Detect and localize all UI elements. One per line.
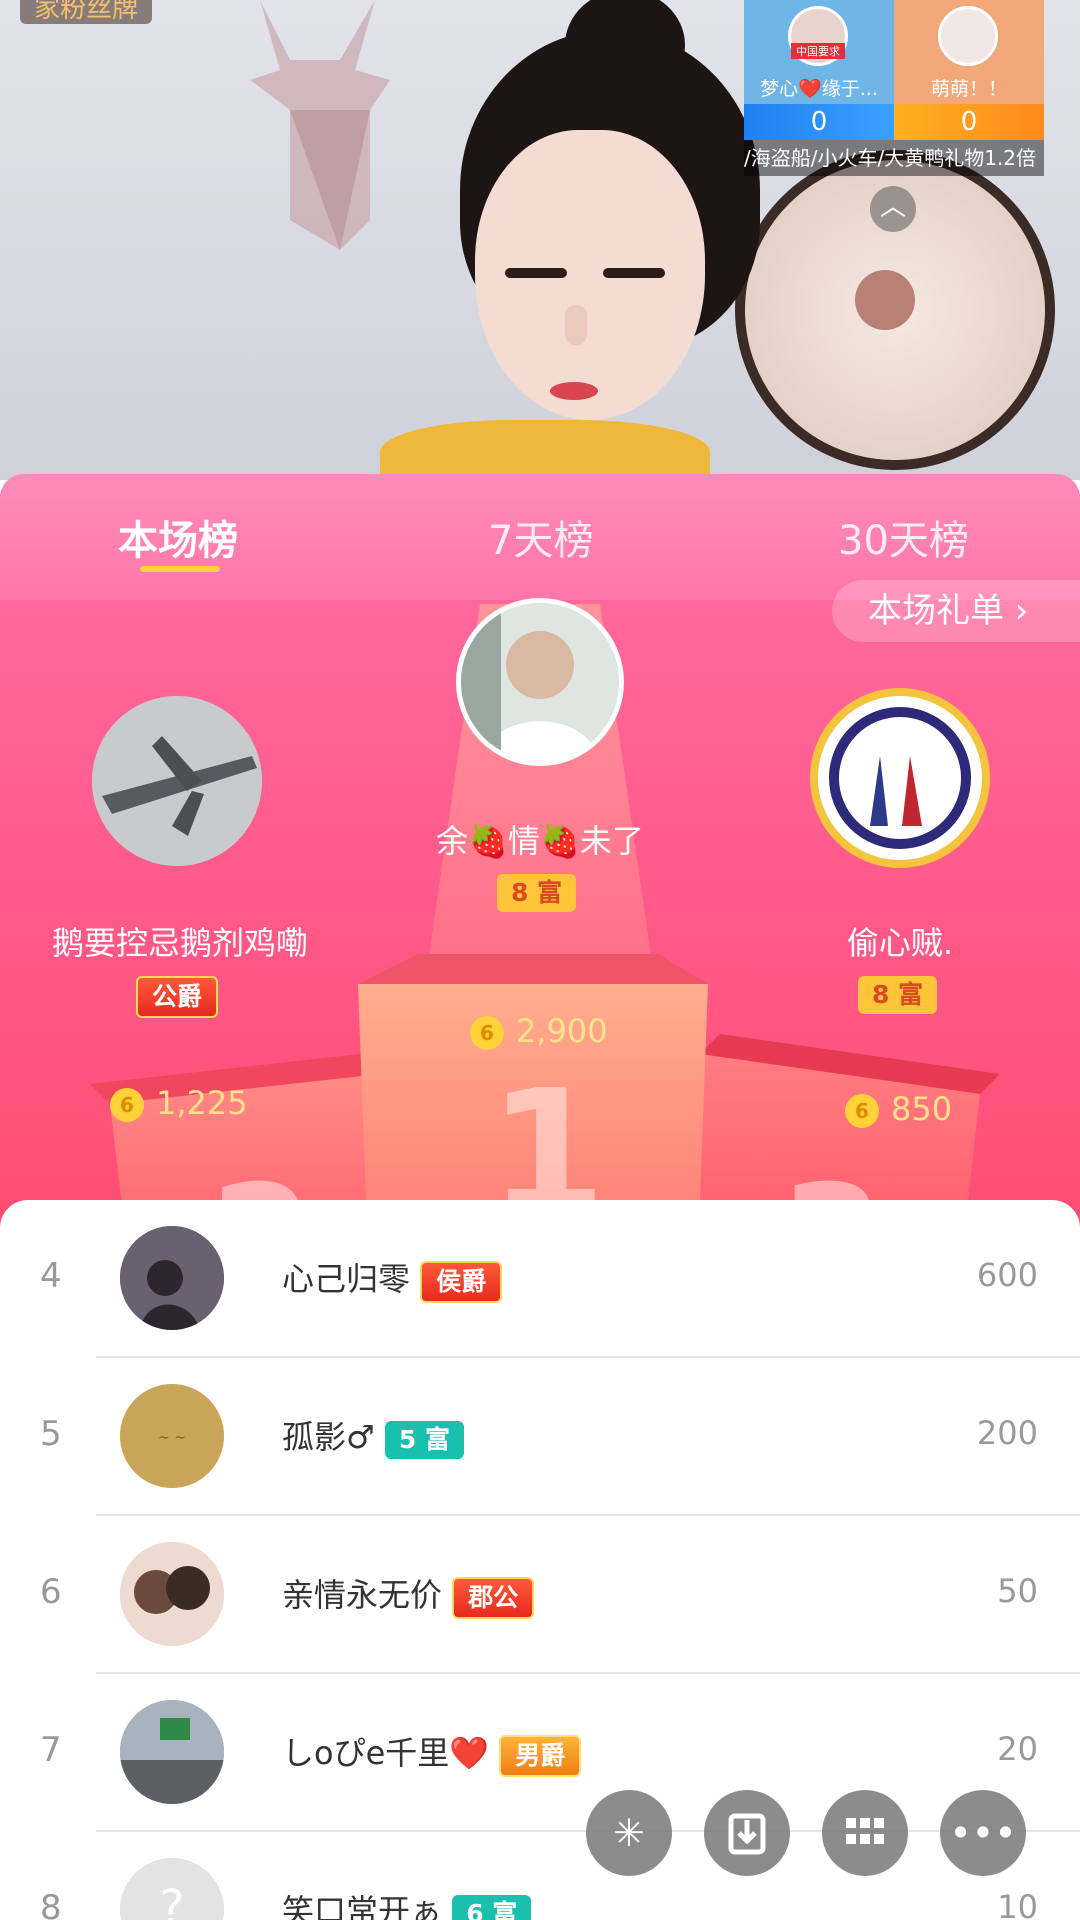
list-item-value: 10 bbox=[997, 1888, 1038, 1920]
first-place-badge: 8 富 bbox=[497, 874, 577, 912]
third-place-avatar[interactable] bbox=[810, 688, 990, 868]
avatar[interactable]: ? bbox=[120, 1858, 224, 1920]
list-item-value: 200 bbox=[976, 1414, 1038, 1452]
third-place-coins: 6 850 bbox=[845, 1090, 952, 1128]
chevron-up-icon[interactable]: ︿ bbox=[870, 186, 916, 232]
grid-icon[interactable] bbox=[822, 1790, 908, 1876]
active-tab-indicator bbox=[140, 566, 220, 572]
list-item[interactable]: 7 しoぴe千里❤️ 男爵 20 bbox=[0, 1674, 1080, 1832]
list-item-name: しoぴe千里❤️ 男爵 bbox=[282, 1728, 582, 1777]
list-item[interactable]: 4 心己归零 侯爵 600 bbox=[0, 1200, 1080, 1358]
avatar[interactable] bbox=[120, 1226, 224, 1330]
pk-left-avatar[interactable]: 中国要求 bbox=[788, 6, 848, 66]
list-item[interactable]: 8 ? 笑口常开ぁ 6 富 10 bbox=[0, 1832, 1080, 1920]
third-place-badge: 8 富 bbox=[858, 976, 938, 1014]
tab-this-session[interactable]: 本场榜 bbox=[118, 508, 238, 566]
pk-left-score: 0 bbox=[744, 104, 894, 140]
list-item-value: 50 bbox=[997, 1572, 1038, 1610]
first-place-coins: 6 2,900 bbox=[470, 1012, 608, 1050]
pk-marquee-text: /海盗船/小火车/大黄鸭礼物1.2倍 bbox=[744, 140, 1044, 176]
rank-number: 7 bbox=[40, 1730, 62, 1770]
svg-text:~ ~: ~ ~ bbox=[158, 1430, 186, 1446]
live-video: 家粉丝牌 中国要求 梦心❤️缘于... 萌萌！！ 0 0 /海盗船/小火车/大黄… bbox=[0, 0, 1080, 480]
ranking-list: 4 心己归零 侯爵 600 5 ~ ~ 孤影♂ 5 富 200 6 亲情永无价 … bbox=[0, 1200, 1080, 1920]
status-badge: 6 富 bbox=[452, 1895, 532, 1920]
fan-club-tag[interactable]: 家粉丝牌 bbox=[20, 0, 153, 24]
list-item-value: 20 bbox=[997, 1730, 1038, 1768]
second-place-badge: 公爵 bbox=[136, 976, 219, 1018]
deer-head-decoration bbox=[230, 0, 400, 260]
svg-text:?: ? bbox=[159, 1880, 184, 1920]
list-item-name: 孤影♂ 5 富 bbox=[282, 1412, 464, 1459]
sparkle-icon[interactable]: ✳ bbox=[586, 1790, 672, 1876]
first-place-name: 余🍓情🍓未了 bbox=[436, 822, 644, 860]
status-badge: 5 富 bbox=[384, 1421, 464, 1459]
second-place-coins: 6 1,225 bbox=[110, 1084, 248, 1122]
tab-7-days[interactable]: 7天榜 bbox=[488, 508, 593, 566]
first-place-avatar[interactable] bbox=[456, 598, 624, 766]
status-badge: 郡公 bbox=[452, 1577, 535, 1619]
second-place-name: 鹅要控忌鹅剂鸡嘞 bbox=[51, 924, 308, 962]
list-item-name: 笑口常开ぁ 6 富 bbox=[282, 1886, 532, 1920]
list-item[interactable]: 6 亲情永无价 郡公 50 bbox=[0, 1516, 1080, 1674]
list-item-name: 心己归零 侯爵 bbox=[282, 1254, 503, 1303]
pk-right-score: 0 bbox=[894, 104, 1044, 140]
more-icon[interactable]: ••• bbox=[940, 1790, 1026, 1876]
rank-number: 5 bbox=[40, 1414, 62, 1454]
ranking-panel: 本场榜 7天榜 30天榜 本场礼单 › 2 3 1 余🍓情🍓未了 bbox=[0, 474, 1080, 1234]
avatar[interactable] bbox=[120, 1700, 224, 1804]
second-place-avatar[interactable] bbox=[92, 696, 262, 866]
list-item-value: 600 bbox=[976, 1256, 1038, 1294]
rank-number: 6 bbox=[40, 1572, 62, 1612]
tab-30-days[interactable]: 30天榜 bbox=[838, 508, 969, 566]
pk-right-name: 萌萌！！ bbox=[930, 78, 1007, 100]
list-item[interactable]: 5 ~ ~ 孤影♂ 5 富 200 bbox=[0, 1358, 1080, 1516]
status-badge: 侯爵 bbox=[420, 1261, 503, 1303]
avatar[interactable] bbox=[120, 1542, 224, 1646]
avatar[interactable]: ~ ~ bbox=[120, 1384, 224, 1488]
pk-left-name: 梦心❤️缘于... bbox=[760, 78, 878, 100]
rank-number: 4 bbox=[40, 1256, 62, 1296]
coin-icon: 6 bbox=[845, 1094, 879, 1128]
status-badge: 男爵 bbox=[499, 1735, 582, 1777]
rank-number: 8 bbox=[40, 1888, 62, 1920]
podium-first: 1 bbox=[358, 954, 708, 1234]
coin-icon: 6 bbox=[470, 1016, 504, 1050]
list-item-name: 亲情永无价 郡公 bbox=[282, 1570, 535, 1619]
third-place-name: 偷心贼. bbox=[846, 924, 954, 962]
pk-battle-panel[interactable]: 中国要求 梦心❤️缘于... 萌萌！！ 0 0 /海盗船/小火车/大黄鸭礼物1.… bbox=[744, 0, 1044, 176]
pk-right-avatar[interactable] bbox=[938, 6, 998, 66]
download-icon[interactable] bbox=[704, 1790, 790, 1876]
coin-icon: 6 bbox=[110, 1088, 144, 1122]
gift-list-button[interactable]: 本场礼单 › bbox=[832, 580, 1080, 642]
